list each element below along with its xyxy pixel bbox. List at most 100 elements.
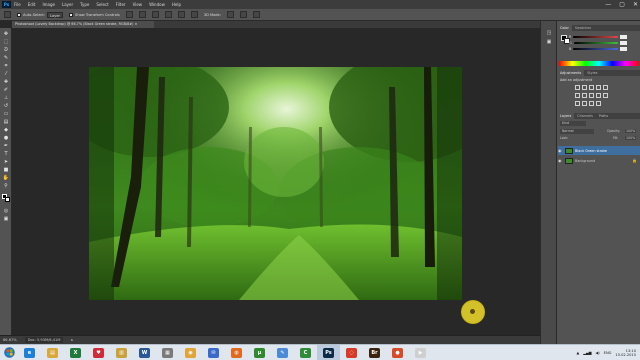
align-middle-icon[interactable]	[138, 11, 146, 18]
eyedropper-tool-icon[interactable]: ⁄	[2, 71, 10, 77]
menu-view[interactable]: View	[133, 2, 143, 7]
align-right-icon[interactable]	[190, 11, 198, 18]
auto-select-checkbox[interactable]	[17, 12, 21, 17]
align-center-icon[interactable]	[177, 11, 185, 18]
minimize-button[interactable]: —	[605, 1, 611, 8]
slider-g-track[interactable]	[573, 42, 618, 44]
gradient-map-adjust-icon[interactable]	[596, 101, 601, 106]
layer-row-background[interactable]: ◉ Background 🔒	[558, 156, 640, 165]
healing-brush-tool-icon[interactable]: ✚	[2, 79, 10, 85]
language-indicator[interactable]: ENG	[604, 351, 612, 355]
taskbar-record-app[interactable]: ●	[386, 345, 409, 360]
slider-b-track[interactable]	[573, 48, 618, 50]
hand-tool-icon[interactable]: ✋	[2, 175, 10, 181]
zoom-tool-icon[interactable]: ⚲	[2, 183, 10, 189]
levels-adjust-icon[interactable]	[582, 85, 587, 90]
curves-adjust-icon[interactable]	[589, 85, 594, 90]
type-tool-icon[interactable]: T	[2, 151, 10, 157]
show-transform-option[interactable]: Show Transform Controls	[69, 12, 120, 17]
start-button[interactable]	[0, 345, 18, 360]
maximize-button[interactable]: ▢	[619, 1, 625, 8]
auto-select-dropdown[interactable]: Layer	[47, 11, 64, 18]
tab-swatches[interactable]: Swatches	[572, 25, 594, 31]
lasso-tool-icon[interactable]: ᘐ	[2, 47, 10, 53]
taskbar-internet-explorer[interactable]: e	[18, 345, 41, 360]
vibrance-adjust-icon[interactable]	[603, 85, 608, 90]
menu-select[interactable]: Select	[96, 2, 108, 7]
menu-filter[interactable]: Filter	[116, 2, 126, 7]
brush-tool-icon[interactable]: ✐	[2, 87, 10, 93]
menu-help[interactable]: Help	[172, 2, 181, 7]
tab-styles[interactable]: Styles	[584, 70, 600, 76]
hue-sat-adjust-icon[interactable]	[575, 93, 580, 98]
menu-image[interactable]: Image	[42, 2, 55, 7]
taskbar-heart-app[interactable]: ♥	[87, 345, 110, 360]
move-tool-icon[interactable]: ✥	[2, 31, 10, 37]
taskbar-media-app[interactable]: ▦	[156, 345, 179, 360]
document-size[interactable]: Doc: 5,93M/6,41M	[24, 337, 64, 343]
menu-layer[interactable]: Layer	[62, 2, 73, 7]
tab-color[interactable]: Color	[557, 25, 572, 31]
slider-r-value[interactable]	[620, 35, 627, 39]
layer-row-black-green-stroke[interactable]: ◉ Black Green stroke	[558, 146, 640, 155]
gradient-tool-icon[interactable]: ▤	[2, 119, 10, 125]
eye-icon[interactable]: ◉	[558, 148, 563, 153]
eraser-tool-icon[interactable]: ▭	[2, 111, 10, 117]
layer-name[interactable]: Background	[575, 159, 595, 163]
menu-window[interactable]: Window	[149, 2, 165, 7]
layer-name[interactable]: Black Green stroke	[575, 149, 607, 153]
blur-tool-icon[interactable]: ◆	[2, 127, 10, 133]
dodge-tool-icon[interactable]: ●	[2, 135, 10, 141]
opacity-value[interactable]: 100%	[625, 129, 637, 133]
taskbar-mail-app[interactable]: ✉	[202, 345, 225, 360]
color-balance-adjust-icon[interactable]	[582, 93, 587, 98]
clock[interactable]: 13:10 15.02.2015	[615, 349, 636, 358]
3d-rotate-icon[interactable]	[226, 11, 234, 18]
path-select-tool-icon[interactable]: ➤	[2, 159, 10, 165]
slider-r[interactable]: R	[569, 35, 627, 39]
menu-file[interactable]: File	[14, 2, 21, 7]
color-spectrum-ramp[interactable]	[559, 61, 639, 66]
quick-mask-icon[interactable]: ◎	[2, 208, 10, 214]
taskbar-excel[interactable]: X	[64, 345, 87, 360]
taskbar-bridge[interactable]: Br	[363, 345, 386, 360]
document-tab[interactable]: Photoshoot (Lovely Backdrop) @ 66.7% (Bl…	[12, 21, 154, 28]
posterize-adjust-icon[interactable]	[582, 101, 587, 106]
channel-mixer-adjust-icon[interactable]	[603, 93, 608, 98]
photoshop-logo-icon[interactable]: Ps	[2, 1, 11, 8]
history-brush-tool-icon[interactable]: ↺	[2, 103, 10, 109]
slider-r-track[interactable]	[573, 36, 618, 38]
taskbar-torrent-app[interactable]: μ	[248, 345, 271, 360]
background-color-swatch[interactable]	[5, 197, 10, 202]
menu-type[interactable]: Type	[80, 2, 89, 7]
align-top-icon[interactable]	[125, 11, 133, 18]
taskbar-notes-app[interactable]: ✎	[271, 345, 294, 360]
taskbar-word[interactable]: W	[133, 345, 156, 360]
quick-select-tool-icon[interactable]: ✎	[2, 55, 10, 61]
close-button[interactable]: ✕	[633, 1, 638, 8]
layer-kind-filter[interactable]: Kind	[560, 121, 586, 126]
align-left-icon[interactable]	[164, 11, 172, 18]
3d-roll-icon[interactable]	[239, 11, 247, 18]
taskbar-camtasia[interactable]: C	[294, 345, 317, 360]
brightness-adjust-icon[interactable]	[575, 85, 580, 90]
tray-chevron-icon[interactable]: ▲	[576, 351, 579, 355]
menu-edit[interactable]: Edit	[28, 2, 36, 7]
eye-icon[interactable]: ◉	[558, 158, 563, 163]
taskbar-firefox[interactable]: ◍	[225, 345, 248, 360]
align-bottom-icon[interactable]	[151, 11, 159, 18]
properties-panel-icon[interactable]: ▣	[545, 39, 553, 45]
3d-pan-icon[interactable]	[252, 11, 260, 18]
move-tool-preset-icon[interactable]	[4, 11, 11, 18]
marquee-tool-icon[interactable]: ⬚	[2, 39, 10, 45]
taskbar-video-app[interactable]: ▶	[409, 345, 432, 360]
slider-b[interactable]: B	[569, 47, 627, 51]
slider-g-value[interactable]	[620, 41, 627, 45]
history-panel-icon[interactable]: ◳	[545, 30, 553, 36]
slider-g[interactable]: G	[569, 41, 627, 45]
screen-mode-icon[interactable]: ▣	[2, 216, 10, 222]
tab-adjustments[interactable]: Adjustments	[557, 70, 585, 76]
tab-layers[interactable]: Layers	[557, 113, 575, 119]
forest-photo-canvas[interactable]	[89, 67, 462, 300]
auto-select-option[interactable]: Auto-Select: Layer	[17, 11, 64, 18]
